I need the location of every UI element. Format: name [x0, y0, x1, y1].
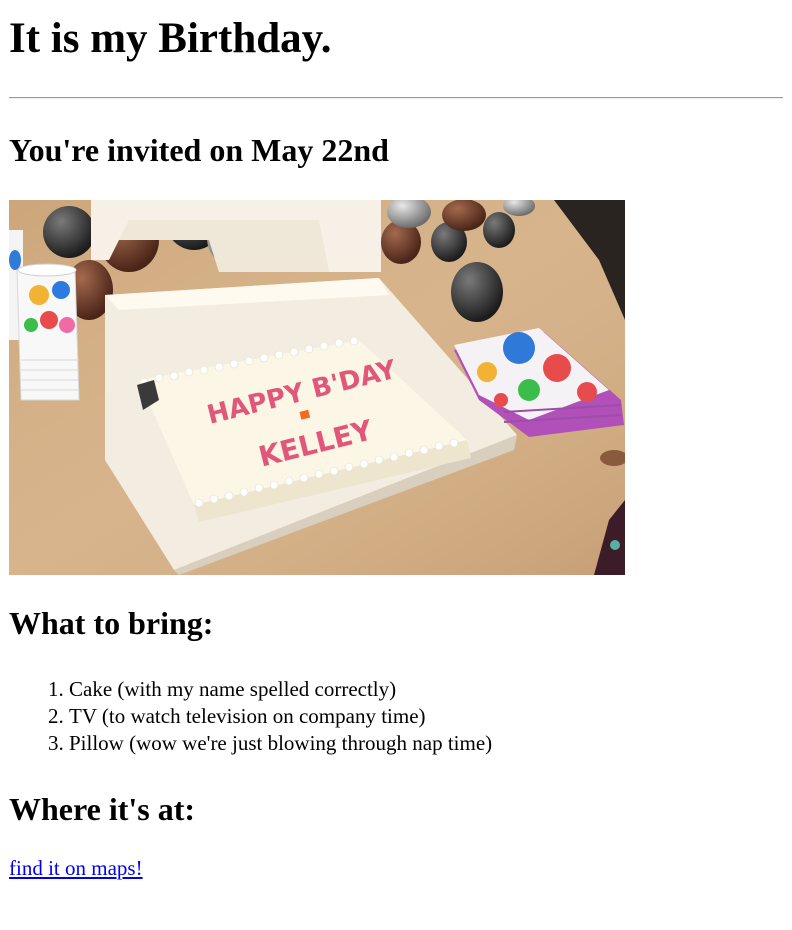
bring-list-item: Cake (with my name spelled correctly): [69, 676, 783, 703]
bring-list-item: TV (to watch television on company time): [69, 703, 783, 730]
invite-heading: You're invited on May 22nd: [9, 132, 389, 168]
what-to-bring-heading: What to bring:: [9, 605, 214, 641]
page: It is my Birthday. You're invited on May…: [0, 0, 792, 881]
page-title: It is my Birthday.: [9, 15, 332, 62]
maps-link[interactable]: find it on maps!: [9, 856, 143, 881]
birthday-cake-photo: HAPPY B'DAY KELLEY: [9, 200, 625, 575]
bring-list: Cake (with my name spelled correctly) TV…: [9, 676, 783, 757]
where-heading: Where it's at:: [9, 791, 196, 827]
bring-list-item: Pillow (wow we're just blowing through n…: [69, 730, 783, 757]
divider: [9, 97, 783, 99]
